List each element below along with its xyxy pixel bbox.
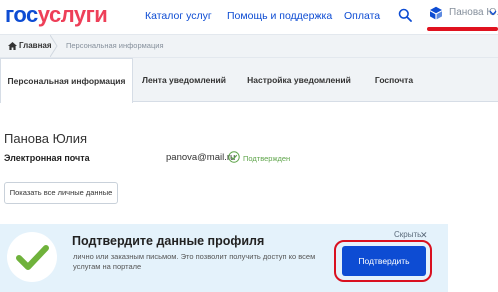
logo-part-uslugi: услуги xyxy=(37,2,108,27)
email-value: panova@mail.ru xyxy=(166,152,236,163)
tab-notifications-feed[interactable]: Лента уведомлений xyxy=(134,58,234,102)
show-all-data-button[interactable]: Показать все личные данные xyxy=(4,182,118,204)
user-icon xyxy=(430,6,442,20)
breadcrumb-current: Персональная информация xyxy=(66,41,164,50)
nav-help-link[interactable]: Помощь и поддержка xyxy=(227,10,332,22)
user-menu[interactable]: Панова Ю. xyxy=(427,2,498,28)
nav-payment-link[interactable]: Оплата xyxy=(344,10,380,22)
logo-part-gos: гос xyxy=(5,2,38,27)
email-label: Электронная почта xyxy=(4,153,90,163)
verified-check-icon xyxy=(228,151,240,163)
verified-status: Подтвержден xyxy=(243,154,291,163)
breadcrumb: Главная Персональная информация xyxy=(0,34,498,58)
nav-catalog-link[interactable]: Каталог услуг xyxy=(145,10,212,22)
check-circle-icon xyxy=(7,232,57,282)
breadcrumb-home-link[interactable]: Главная xyxy=(19,41,52,50)
banner-text: лично или заказным письмом. Это позволит… xyxy=(73,252,316,271)
home-icon xyxy=(8,42,17,50)
banner-title: Подтвердите данные профиля xyxy=(72,234,265,248)
hide-banner-link[interactable]: Скрыть xyxy=(394,230,421,239)
breadcrumb-separator-icon xyxy=(50,35,58,57)
tab-personal-info[interactable]: Персональная информация xyxy=(0,58,133,103)
profile-tabs: Персональная информация Лента уведомлени… xyxy=(0,58,498,103)
search-icon[interactable] xyxy=(398,8,412,22)
user-menu-highlight xyxy=(427,27,498,31)
confirm-button-highlight xyxy=(334,240,432,282)
tab-gospochta[interactable]: Госпочта xyxy=(364,58,424,102)
logo[interactable]: госуслуги xyxy=(5,2,108,28)
chevron-down-icon xyxy=(489,10,497,16)
profile-name: Панова Юлия xyxy=(4,131,88,146)
header: госуслуги Каталог услуг Помощь и поддерж… xyxy=(0,0,498,34)
tab-notification-settings[interactable]: Настройка уведомлений xyxy=(242,58,356,102)
